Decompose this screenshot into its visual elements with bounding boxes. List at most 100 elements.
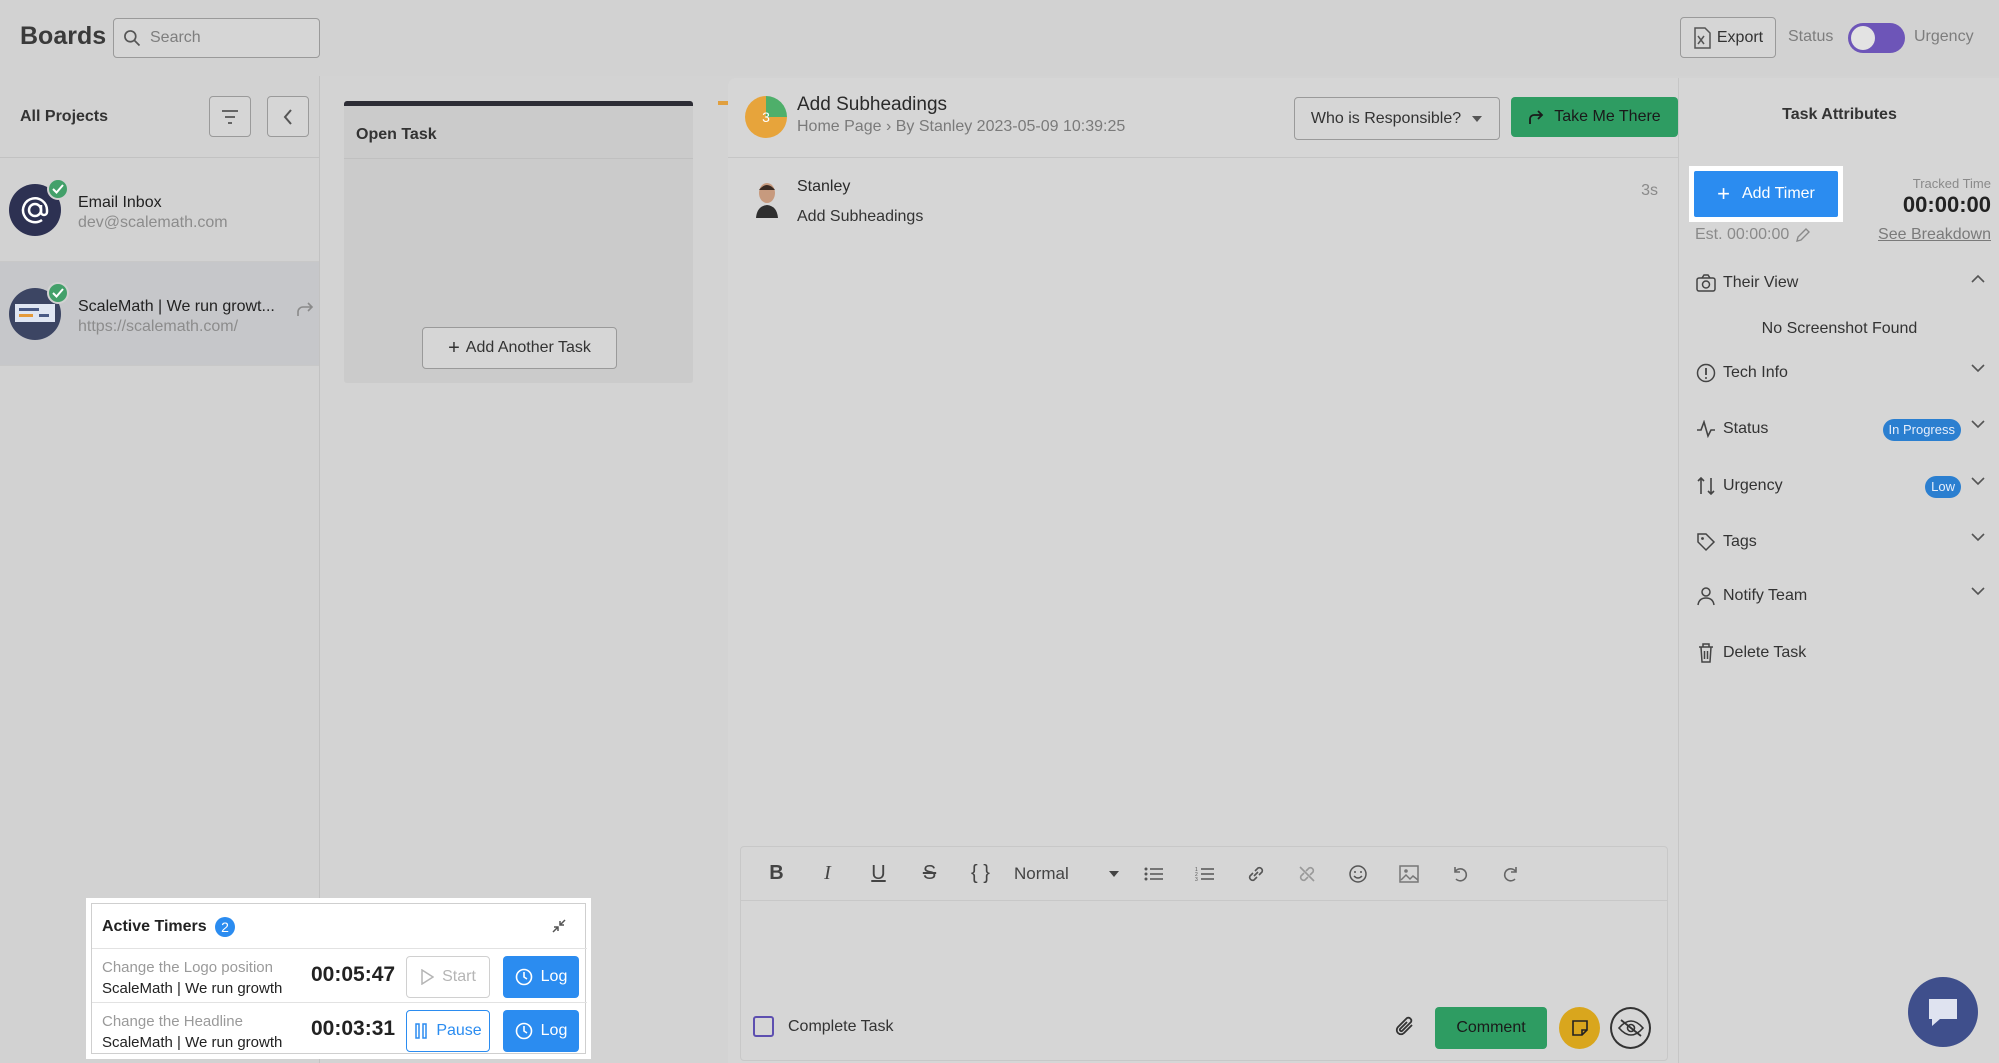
visibility-toggle-button[interactable] [1610,1007,1651,1049]
status-toggle-label: Status [1788,28,1834,45]
image-icon[interactable] [1383,847,1434,901]
task-title: Add Subheadings [797,94,948,115]
project-avatar-wrap [9,178,69,236]
comment-editor[interactable]: B I U S { } Normal 123 Complete Task Com… [740,846,1668,1061]
activity-icon [1695,418,1717,440]
clock-icon [515,1022,532,1040]
paperclip-icon[interactable] [1394,1014,1418,1040]
comment-submit-button[interactable]: Comment [1435,1007,1547,1049]
their-view-label: Their View [1723,274,1799,291]
numbered-list-icon[interactable]: 123 [1179,847,1230,901]
chat-launcher-button[interactable] [1908,977,1978,1047]
crumb-page[interactable]: Home Page [797,118,882,135]
add-timer-button[interactable]: + Add Timer [1694,171,1838,217]
project-name: ScaleMath | We run growt... [78,298,275,315]
camera-icon [1695,272,1717,294]
timer-start-button[interactable]: Start [406,956,490,998]
urgency-label: Urgency [1723,477,1783,494]
their-view-section[interactable]: Their View [1695,268,1985,298]
timer-log-label: Log [540,1022,568,1039]
tech-info-label: Tech Info [1723,364,1788,381]
timer-pause-label: Pause [436,1022,482,1039]
comment-author: Stanley [797,178,851,195]
trash-icon [1695,642,1717,664]
bullet-list-icon[interactable] [1128,847,1179,901]
caret-down-icon [1472,115,1483,122]
bold-icon[interactable]: B [751,847,802,901]
timer-row: Change the Logo position ScaleMath | We … [92,948,587,1002]
timer-task-name: Change the Logo position [102,959,273,976]
project-url: dev@scalemath.com [78,214,228,231]
timer-log-button[interactable]: Log [503,1010,579,1052]
plus-icon: + [448,336,460,359]
undo-icon[interactable] [1434,847,1485,901]
delete-task-label: Delete Task [1723,644,1807,661]
who-is-responsible-dropdown[interactable]: Who is Responsible? [1294,97,1500,140]
chevron-up-icon [1971,274,1985,283]
take-me-label: Take Me There [1554,108,1661,125]
chevron-down-icon [1971,420,1985,429]
sidebar-header: All Projects [0,76,319,158]
timers-count-badge: 2 [215,917,235,937]
column-title: Open Task [356,126,437,143]
italic-icon[interactable]: I [802,847,853,901]
toggle-knob [1851,26,1875,50]
text-format-select[interactable]: Normal [1006,847,1128,901]
add-another-task-button[interactable]: + Add Another Task [422,327,617,369]
project-item-email-inbox[interactable]: Email Inbox dev@scalemath.com [0,158,319,262]
take-me-there-button[interactable]: Take Me There [1511,97,1678,137]
strikethrough-icon[interactable]: S [904,847,955,901]
project-name: Email Inbox [78,194,162,211]
status-label: Status [1723,420,1769,437]
task-detail-panel: 3 Add Subheadings Home Page › By Stanley… [728,78,1999,1063]
add-timer-highlight: + Add Timer [1689,166,1843,222]
complete-task-label: Complete Task [788,1018,894,1035]
link-icon[interactable] [1230,847,1281,901]
underline-icon[interactable]: U [853,847,904,901]
task-header: 3 Add Subheadings Home Page › By Stanley… [728,78,1678,158]
status-section[interactable]: Status In Progress [1695,414,1985,444]
crumb-author-date: By Stanley 2023-05-09 10:39:25 [895,118,1126,135]
chevron-down-icon [1971,364,1985,373]
tech-info-section[interactable]: Tech Info [1695,358,1985,388]
tags-label: Tags [1723,533,1757,550]
status-badge: In Progress [1882,419,1961,441]
minimize-icon[interactable] [551,918,567,934]
delete-task-button[interactable]: Delete Task [1695,638,1985,668]
filter-button[interactable] [209,96,251,137]
search-icon [124,30,141,47]
at-sign-icon [21,197,49,224]
code-block-icon[interactable]: { } [955,847,1006,901]
collapse-sidebar-button[interactable] [267,96,309,137]
estimate-value: Est. 00:00:00 [1695,226,1790,243]
redo-icon[interactable] [1485,847,1536,901]
add-timer-label: Add Timer [1741,185,1815,202]
status-urgency-toggle[interactable] [1848,23,1905,53]
caret-down-icon [1109,870,1119,877]
urgency-section[interactable]: Urgency Low [1695,471,1985,501]
top-bar: Boards Export Status Urgency [0,0,1999,76]
responsible-label: Who is Responsible? [1310,109,1462,127]
project-item-scalemath[interactable]: ScaleMath | We run growt... https://scal… [0,262,319,366]
verified-check-icon [47,178,69,200]
pause-icon [415,1023,428,1039]
export-button[interactable]: Export [1680,17,1776,58]
emoji-icon[interactable] [1332,847,1383,901]
urgency-toggle-label: Urgency [1914,28,1974,45]
sticky-note-button[interactable] [1559,1007,1600,1049]
timer-pause-button[interactable]: Pause [406,1010,490,1052]
pencil-icon[interactable] [1795,227,1811,243]
timer-log-button[interactable]: Log [503,956,579,998]
notify-team-section[interactable]: Notify Team [1695,581,1985,611]
see-breakdown-link[interactable]: See Breakdown [1878,226,1991,244]
notify-team-label: Notify Team [1723,587,1808,604]
search-box[interactable] [113,18,320,58]
tags-section[interactable]: Tags [1695,527,1985,557]
timer-row: Change the Headline ScaleMath | We run g… [92,1002,587,1056]
unlink-icon[interactable] [1281,847,1332,901]
share-arrow-icon[interactable] [296,302,314,318]
complete-task-checkbox[interactable] [753,1016,774,1037]
search-input[interactable] [150,29,310,47]
comment-time: 3s [1641,182,1658,199]
timer-log-label: Log [540,968,568,985]
